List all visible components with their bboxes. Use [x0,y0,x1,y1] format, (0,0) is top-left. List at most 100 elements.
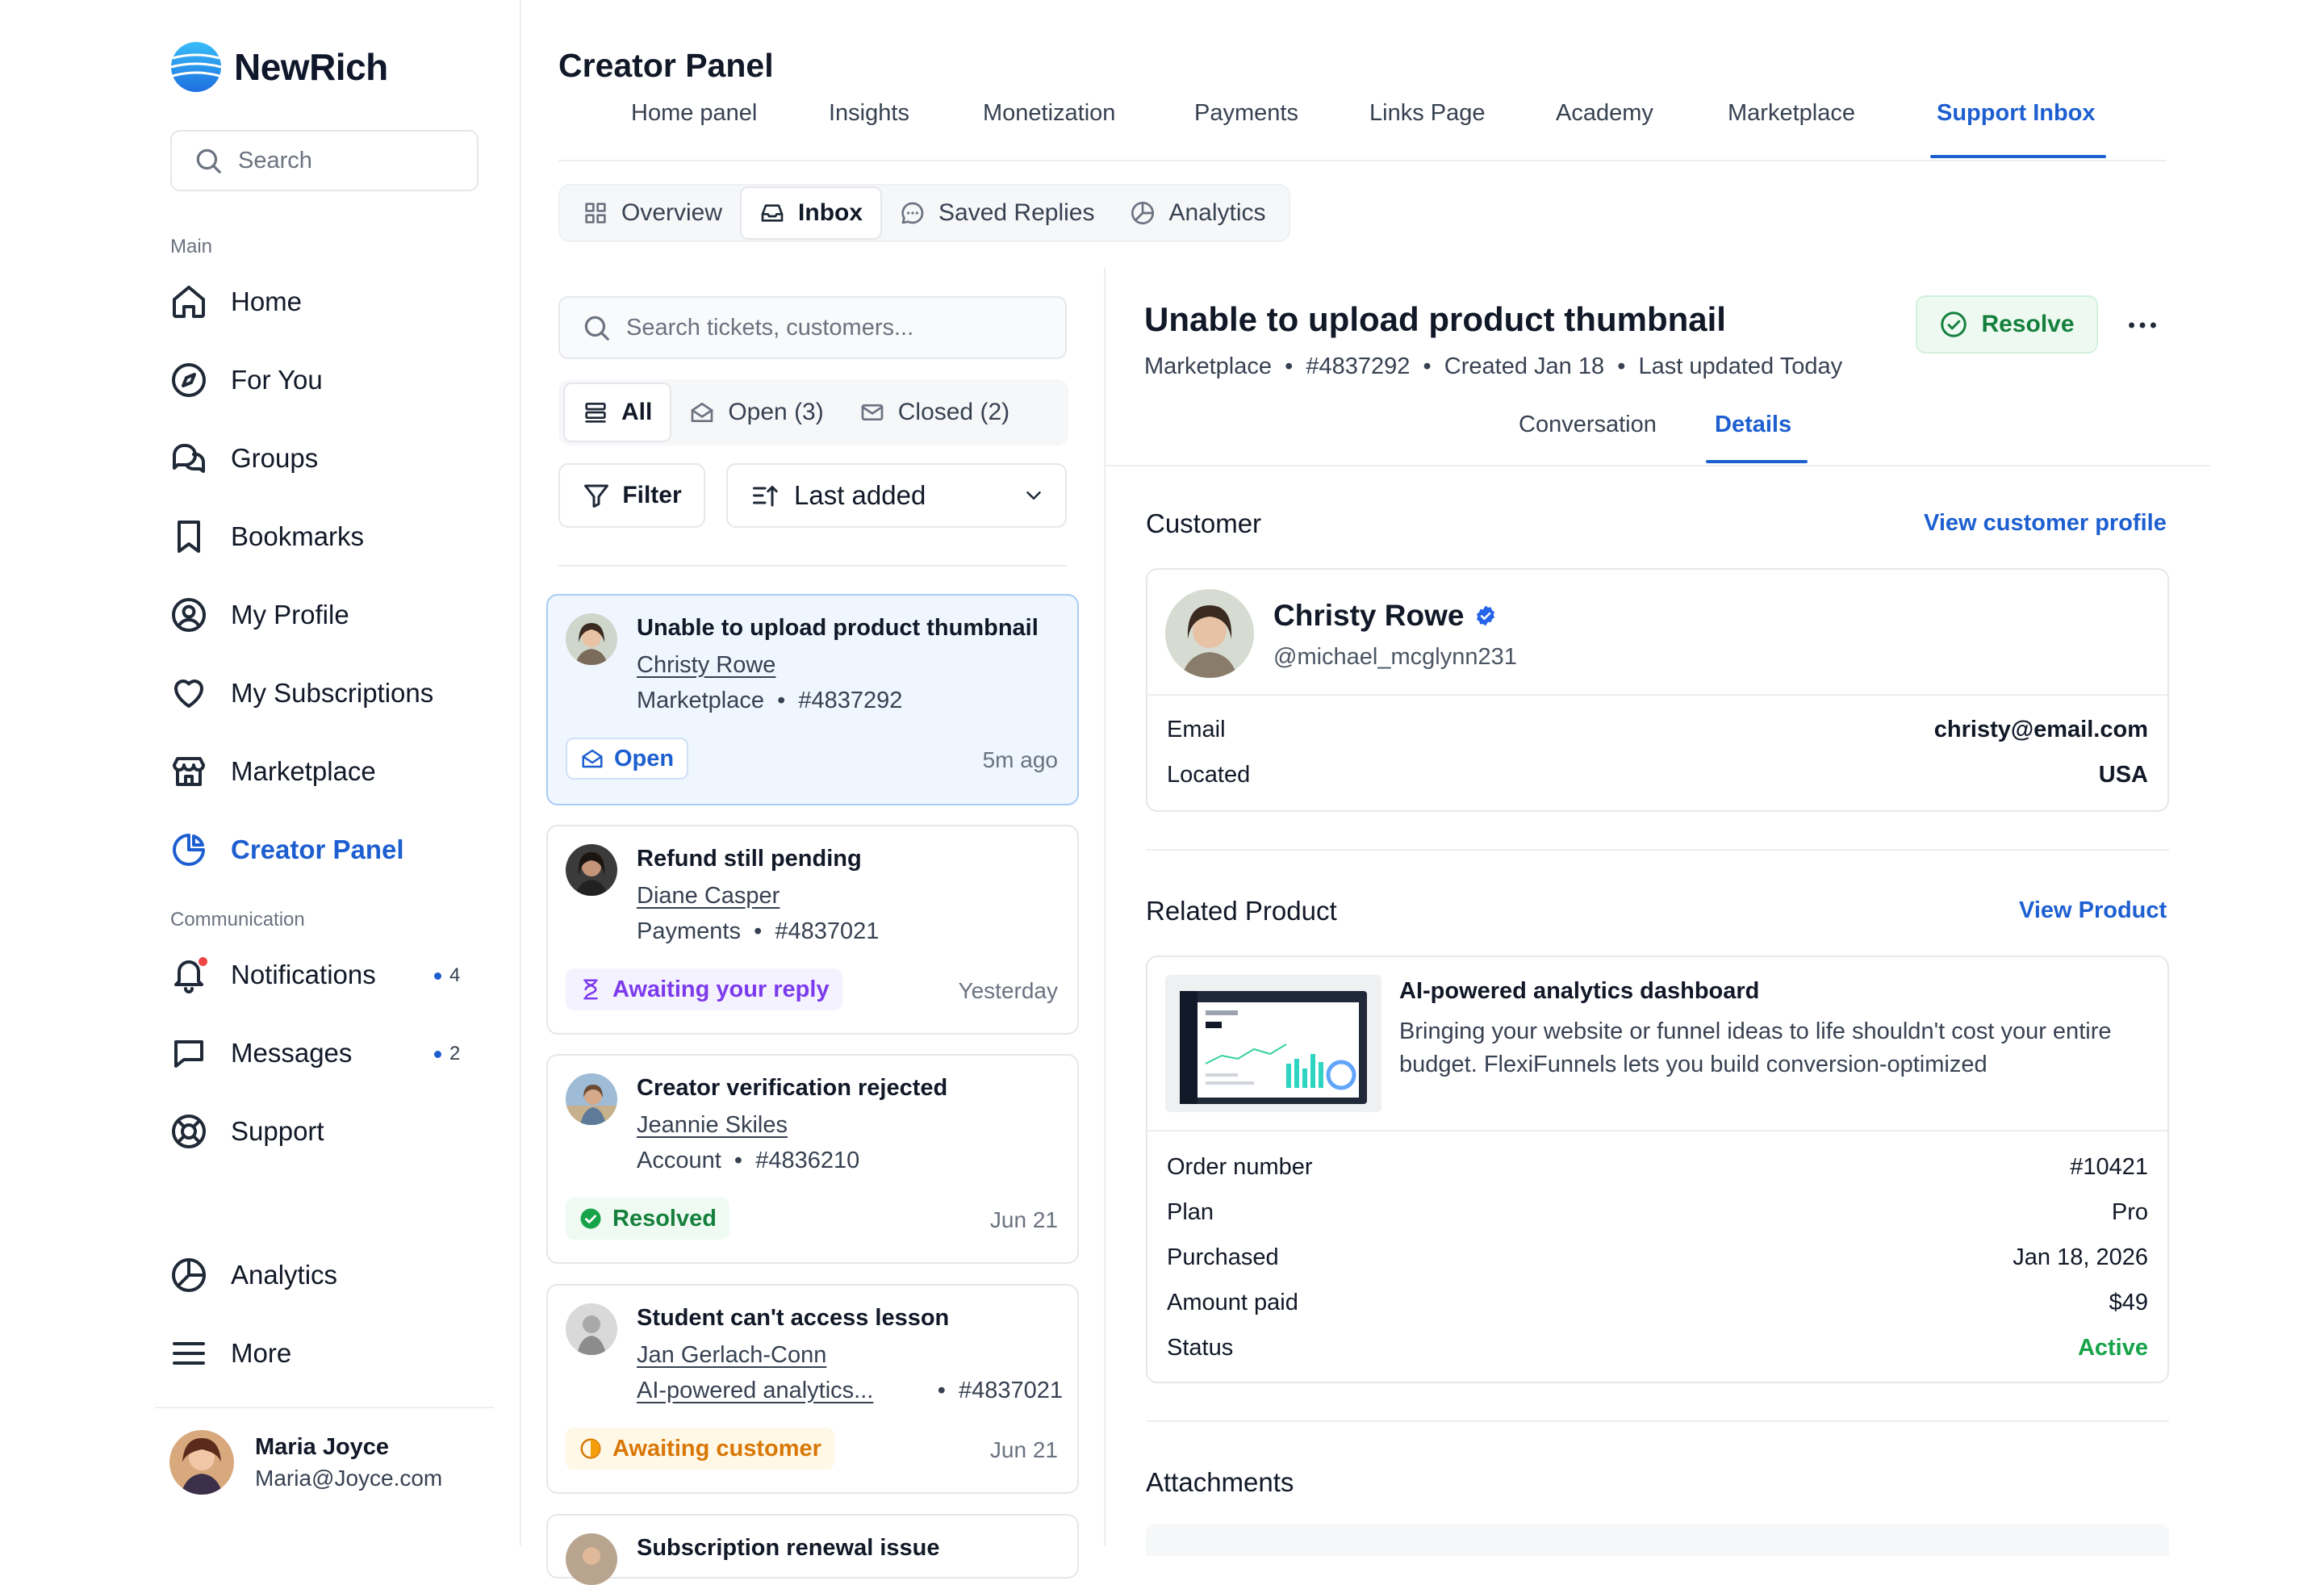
sort-value: Last added [794,480,926,510]
tab-conversation[interactable]: Conversation [1519,412,1657,438]
subtab-label: Saved Replies [938,199,1095,226]
sidebar-item-label: My Profile [231,600,349,629]
tab-links-page[interactable]: Links Page [1369,100,1486,127]
customer-handle: @michael_mcglynn231 [1273,644,1517,670]
chart-pie-icon [172,1258,206,1292]
tab-details[interactable]: Details [1715,412,1791,438]
ticket-detail-title: Unable to upload product thumbnail [1144,300,1726,338]
sidebar-item-my-subscriptions[interactable]: My Subscriptions [169,671,433,716]
sidebar-item-marketplace[interactable]: Marketplace [169,749,376,794]
tab-payments[interactable]: Payments [1194,100,1298,127]
section-divider [1146,849,2169,851]
tab-insights[interactable]: Insights [829,100,909,127]
detail-tabs-divider [1106,465,2211,466]
page-title: Creator Panel [558,47,774,84]
avatar [566,613,617,665]
subtab-label: Inbox [798,199,863,226]
customer-email-row: Email christy@email.com [1167,717,2148,742]
ticket-search-input[interactable]: Search tickets, customers... [558,296,1067,359]
ticket-time: Jun 21 [989,1207,1058,1232]
status-badge: Awaiting your reply [566,968,842,1010]
globe-logo-icon [170,42,222,92]
card-divider [1147,694,2167,696]
sidebar-item-analytics[interactable]: Analytics [169,1253,337,1298]
tab-support-inbox[interactable]: Support Inbox [1937,100,2096,127]
ticket-customer-link[interactable]: Jeannie Skiles [637,1112,788,1139]
tab-marketplace[interactable]: Marketplace [1728,100,1855,127]
inbox-icon [761,204,784,222]
sort-select[interactable]: Last added [726,463,1067,528]
search-icon [584,316,609,341]
subtab-overview[interactable]: Overview [565,188,740,238]
tab-academy[interactable]: Academy [1556,100,1653,127]
ticket-customer-link[interactable]: Christy Rowe [637,652,775,679]
amount-paid-row: Amount paid $49 [1167,1290,2148,1315]
sidebar-item-my-profile[interactable]: My Profile [169,592,349,638]
subtab-inbox[interactable]: Inbox [740,186,883,240]
status-badge: Awaiting customer [566,1428,834,1470]
subtab-saved-replies[interactable]: Saved Replies [882,188,1112,238]
avatar [169,1430,234,1495]
tab-home-panel[interactable]: Home panel [631,100,757,127]
ticket-title: Student can't access lesson [637,1305,950,1331]
sidebar-item-groups[interactable]: Groups [169,436,318,481]
view-product-link[interactable]: View Product [2019,897,2167,924]
envelope-icon [861,404,884,420]
sidebar-item-messages[interactable]: Messages [169,1031,352,1076]
ticket-card[interactable]: Creator verification rejected Jeannie Sk… [546,1054,1079,1264]
check-circle-icon [1941,312,1967,337]
status-row: Status Active [1167,1335,2148,1361]
sidebar-item-more[interactable]: More [169,1331,291,1376]
filter-all[interactable]: All [563,383,672,442]
sidebar-item-for-you[interactable]: For You [169,358,323,403]
tab-monetization[interactable]: Monetization [983,100,1115,127]
ticket-card[interactable]: Unable to upload product thumbnail Chris… [546,594,1079,805]
product-name: AI-powered analytics dashboard [1399,978,1760,1004]
stack-icon [585,403,606,423]
open-envelope-icon [692,403,713,422]
avatar [566,1303,617,1355]
ticket-meta: Payments • #4837021 [637,918,880,944]
view-customer-profile-link[interactable]: View customer profile [1924,510,2167,537]
sidebar-item-creator-panel[interactable]: Creator Panel [169,827,404,872]
ticket-time: 5m ago [982,747,1058,772]
chat-dots-icon [901,202,924,224]
attachments-list [1146,1524,2169,1556]
messages-count-badge: 2 [434,1043,460,1065]
chart-pie-icon [1131,202,1155,224]
filter-button-label: Filter [622,482,682,508]
sidebar-item-notifications[interactable]: Notifications [169,952,376,997]
ticket-card[interactable]: Subscription renewal issue [546,1514,1079,1585]
app-logo[interactable]: NewRich [169,40,388,94]
sidebar-item-home[interactable]: Home [169,279,302,324]
home-icon [173,286,205,318]
ticket-card[interactable]: Refund still pending Diane Casper Paymen… [546,825,1079,1035]
search-icon [196,148,221,174]
ticket-search-placeholder: Search tickets, customers... [626,314,914,341]
sidebar-item-support[interactable]: Support [169,1109,324,1154]
grid-icon [585,203,606,224]
compass-icon [172,363,206,397]
product-status-value: Active [2077,1335,2148,1361]
resolve-button[interactable]: Resolve [1916,295,2098,353]
pie-chart-icon [173,834,205,866]
avatar [1165,589,1254,678]
menu-icon [173,1342,205,1365]
sidebar-search-input[interactable]: Search [170,130,479,191]
ticket-customer-link[interactable]: Diane Casper [637,883,780,910]
sidebar-item-label: Bookmarks [231,521,365,551]
ticket-card[interactable]: Student can't access lesson Jan Gerlach-… [546,1284,1079,1494]
more-options-button[interactable] [2124,307,2161,344]
user-profile[interactable]: Maria Joyce Maria@Joyce.com [169,1430,442,1495]
ticket-meta: Marketplace • #4837292 [637,688,903,713]
filter-closed[interactable]: Closed (2) [842,384,1027,441]
filter-button[interactable]: Filter [558,463,705,528]
ticket-customer-link[interactable]: Jan Gerlach-Conn [637,1342,826,1369]
product-description: Bringing your website or funnel ideas to… [1399,1018,2112,1077]
sidebar-item-bookmarks[interactable]: Bookmarks [169,514,364,559]
subtab-analytics[interactable]: Analytics [1112,188,1283,238]
customer-location-row: Located USA [1167,762,2148,788]
filter-open[interactable]: Open (3) [671,384,841,441]
purchased-row: Purchased Jan 18, 2026 [1167,1244,2148,1270]
ticket-product-link[interactable]: AI-powered analytics... [637,1378,873,1404]
